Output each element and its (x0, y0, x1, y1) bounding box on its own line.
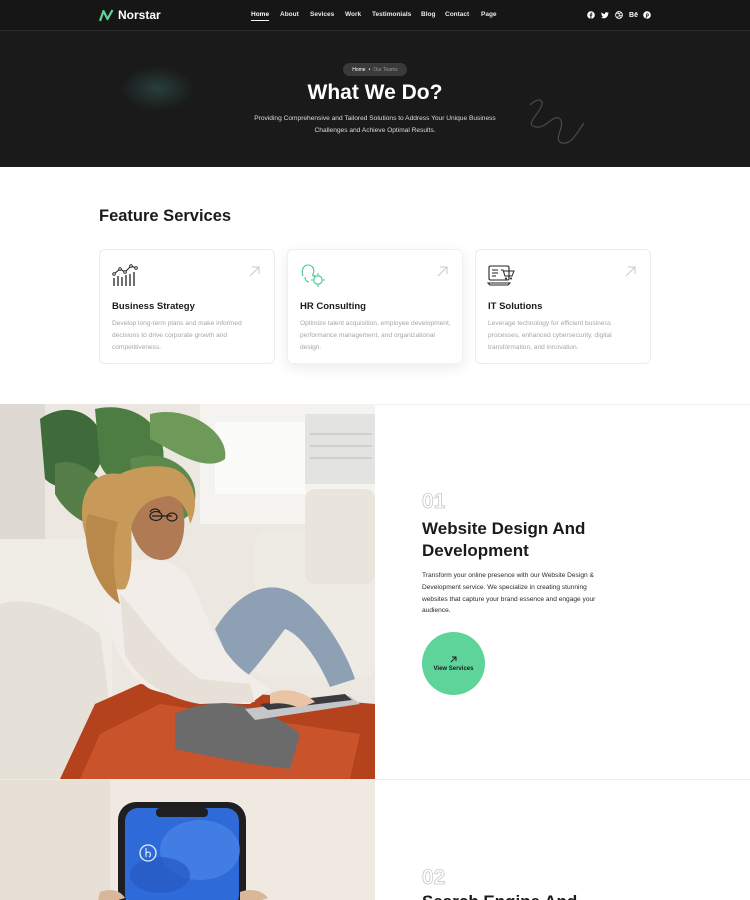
nav-item-about[interactable]: About (280, 11, 299, 18)
service-description: Transform your online presence with our … (422, 572, 596, 615)
nav-item-home[interactable]: Home (251, 11, 270, 21)
brand-name: Norstar (118, 8, 161, 22)
arrow-up-right-icon (249, 266, 260, 277)
facebook-icon[interactable] (587, 11, 595, 19)
pinterest-icon[interactable] (643, 11, 651, 19)
service-card-it-solutions[interactable]: IT Solutions Leverage technology for eff… (475, 249, 651, 364)
arrow-up-right-icon (437, 266, 448, 277)
phone-photo (0, 780, 375, 900)
nav-item-work[interactable]: Work (345, 11, 361, 18)
twitter-icon[interactable] (601, 11, 609, 19)
arrow-up-right-icon (450, 656, 457, 663)
feature-services-heading: Feature Services (99, 207, 232, 225)
page-subtitle: Providing Comprehensive and Tailored Sol… (254, 115, 496, 134)
brand-logo[interactable]: Norstar (99, 8, 161, 22)
nav-item-contact[interactable]: Contact (445, 11, 469, 18)
service-card-hr-consulting[interactable]: HR Consulting Optimize talent acquisitio… (287, 249, 463, 364)
card-description: Develop long-term plans and make informe… (112, 320, 242, 351)
card-description: Leverage technology for efficient busine… (488, 320, 612, 351)
card-title: HR Consulting (300, 301, 366, 312)
breadcrumb: Home • Our Teams (343, 63, 407, 76)
service-card-business-strategy[interactable]: Business Strategy Develop long-term plan… (99, 249, 275, 364)
view-services-button[interactable]: View Services (422, 632, 485, 695)
service-number: 02 (422, 866, 446, 890)
nav-item-testimonials[interactable]: Testimonials (372, 11, 411, 18)
nav-item-services[interactable]: Sevices (310, 11, 334, 18)
card-title: IT Solutions (488, 301, 543, 312)
nav-item-blog[interactable]: Blog (421, 11, 435, 18)
behance-icon[interactable]: Bē (628, 11, 639, 19)
service-title: Website Design And Development (422, 519, 586, 560)
service-title: Search Engine And (422, 892, 577, 900)
dribbble-icon[interactable] (615, 11, 623, 19)
arrow-up-right-icon (625, 266, 636, 277)
chart-icon (112, 264, 138, 286)
breadcrumb-separator: • (368, 66, 371, 73)
squiggle-decoration (529, 99, 585, 144)
breadcrumb-current: Our Teams (373, 66, 398, 73)
card-description: Optimize talent acquisition, employee de… (300, 320, 451, 351)
page-title: What We Do? (307, 81, 443, 104)
nav-item-page[interactable]: Page (481, 11, 497, 18)
page-hero: Home • Our Teams What We Do? Providing C… (0, 31, 750, 167)
breadcrumb-home-link[interactable]: Home (352, 67, 365, 73)
woman-laptop-photo (0, 404, 375, 779)
card-title: Business Strategy (112, 301, 195, 312)
service-number: 01 (422, 490, 446, 514)
norstar-logo-icon (99, 8, 114, 21)
view-services-label: View Services (433, 665, 474, 672)
top-navigation-bar: Norstar Home About Sevices Work Testimon… (0, 0, 750, 31)
hr-person-icon (301, 264, 325, 287)
it-cart-icon (487, 265, 515, 286)
